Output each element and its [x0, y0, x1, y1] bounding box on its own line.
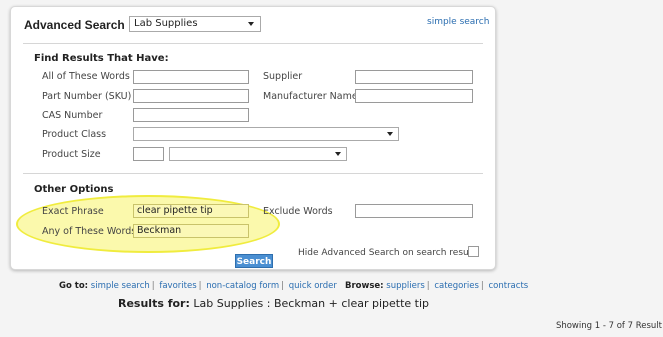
exact-phrase-input[interactable]: clear pipette tip	[133, 204, 249, 218]
goto-bar: Go to: simple search | favorites | non-cat…	[59, 281, 529, 291]
manufacturer-label: Manufacturer Name	[263, 91, 358, 102]
manufacturer-input[interactable]	[355, 89, 473, 103]
chevron-down-icon	[387, 132, 393, 136]
results-prefix: Results for:	[118, 297, 190, 310]
cas-number-label: CAS Number	[42, 110, 103, 121]
header-divider	[23, 43, 483, 44]
advanced-search-title: Advanced Search	[24, 18, 125, 32]
goto-link-quick-order[interactable]: quick order	[289, 281, 337, 291]
hide-advanced-checkbox[interactable]	[468, 246, 479, 257]
exclude-words-input[interactable]	[355, 204, 473, 218]
goto-link-favorites[interactable]: favorites	[159, 281, 196, 291]
any-words-input[interactable]: Beckman	[133, 224, 249, 238]
hide-advanced-label: Hide Advanced Search on search results	[298, 248, 480, 258]
advanced-search-panel: Advanced Search Lab Supplies simple sear…	[10, 6, 496, 270]
part-number-input[interactable]	[133, 89, 249, 103]
supplier-input[interactable]	[355, 70, 473, 84]
chevron-down-icon	[248, 22, 254, 26]
simple-search-link[interactable]: simple search	[427, 17, 489, 27]
goto-label: Go to:	[59, 281, 89, 291]
catalog-select[interactable]: Lab Supplies	[129, 16, 261, 32]
cas-number-input[interactable]	[133, 108, 249, 122]
catalog-select-value: Lab Supplies	[134, 18, 198, 29]
exact-phrase-label: Exact Phrase	[42, 206, 104, 217]
chevron-down-icon	[335, 152, 341, 156]
supplier-label: Supplier	[263, 71, 303, 82]
browse-link-contracts[interactable]: contracts	[488, 281, 528, 291]
product-class-select[interactable]	[133, 127, 399, 141]
part-number-label: Part Number (SKU)	[42, 91, 132, 102]
product-size-input[interactable]	[133, 147, 164, 161]
product-class-label: Product Class	[42, 129, 107, 140]
product-size-unit-select[interactable]	[169, 147, 347, 161]
any-words-label: Any of These Words	[42, 226, 137, 237]
goto-link-non-catalog-form[interactable]: non-catalog form	[206, 281, 279, 291]
results-count: Showing 1 - 7 of 7 Result	[555, 321, 662, 331]
browse-label: Browse:	[344, 281, 384, 291]
other-options-heading: Other Options	[34, 184, 114, 195]
results-heading: Results for: Lab Supplies : Beckman + cl…	[118, 297, 429, 310]
product-size-label: Product Size	[42, 149, 101, 160]
find-results-heading: Find Results That Have:	[34, 53, 169, 64]
browse-link-suppliers[interactable]: suppliers	[386, 281, 424, 291]
goto-link-simple-search[interactable]: simple search	[91, 281, 150, 291]
all-words-label: All of These Words	[42, 71, 130, 82]
browse-link-categories[interactable]: categories	[434, 281, 479, 291]
section-divider	[23, 173, 483, 174]
results-query: Lab Supplies : Beckman + clear pipette t…	[193, 297, 429, 310]
search-button[interactable]: Search	[235, 254, 273, 268]
all-words-input[interactable]	[133, 70, 249, 84]
exclude-words-label: Exclude Words	[263, 206, 333, 217]
